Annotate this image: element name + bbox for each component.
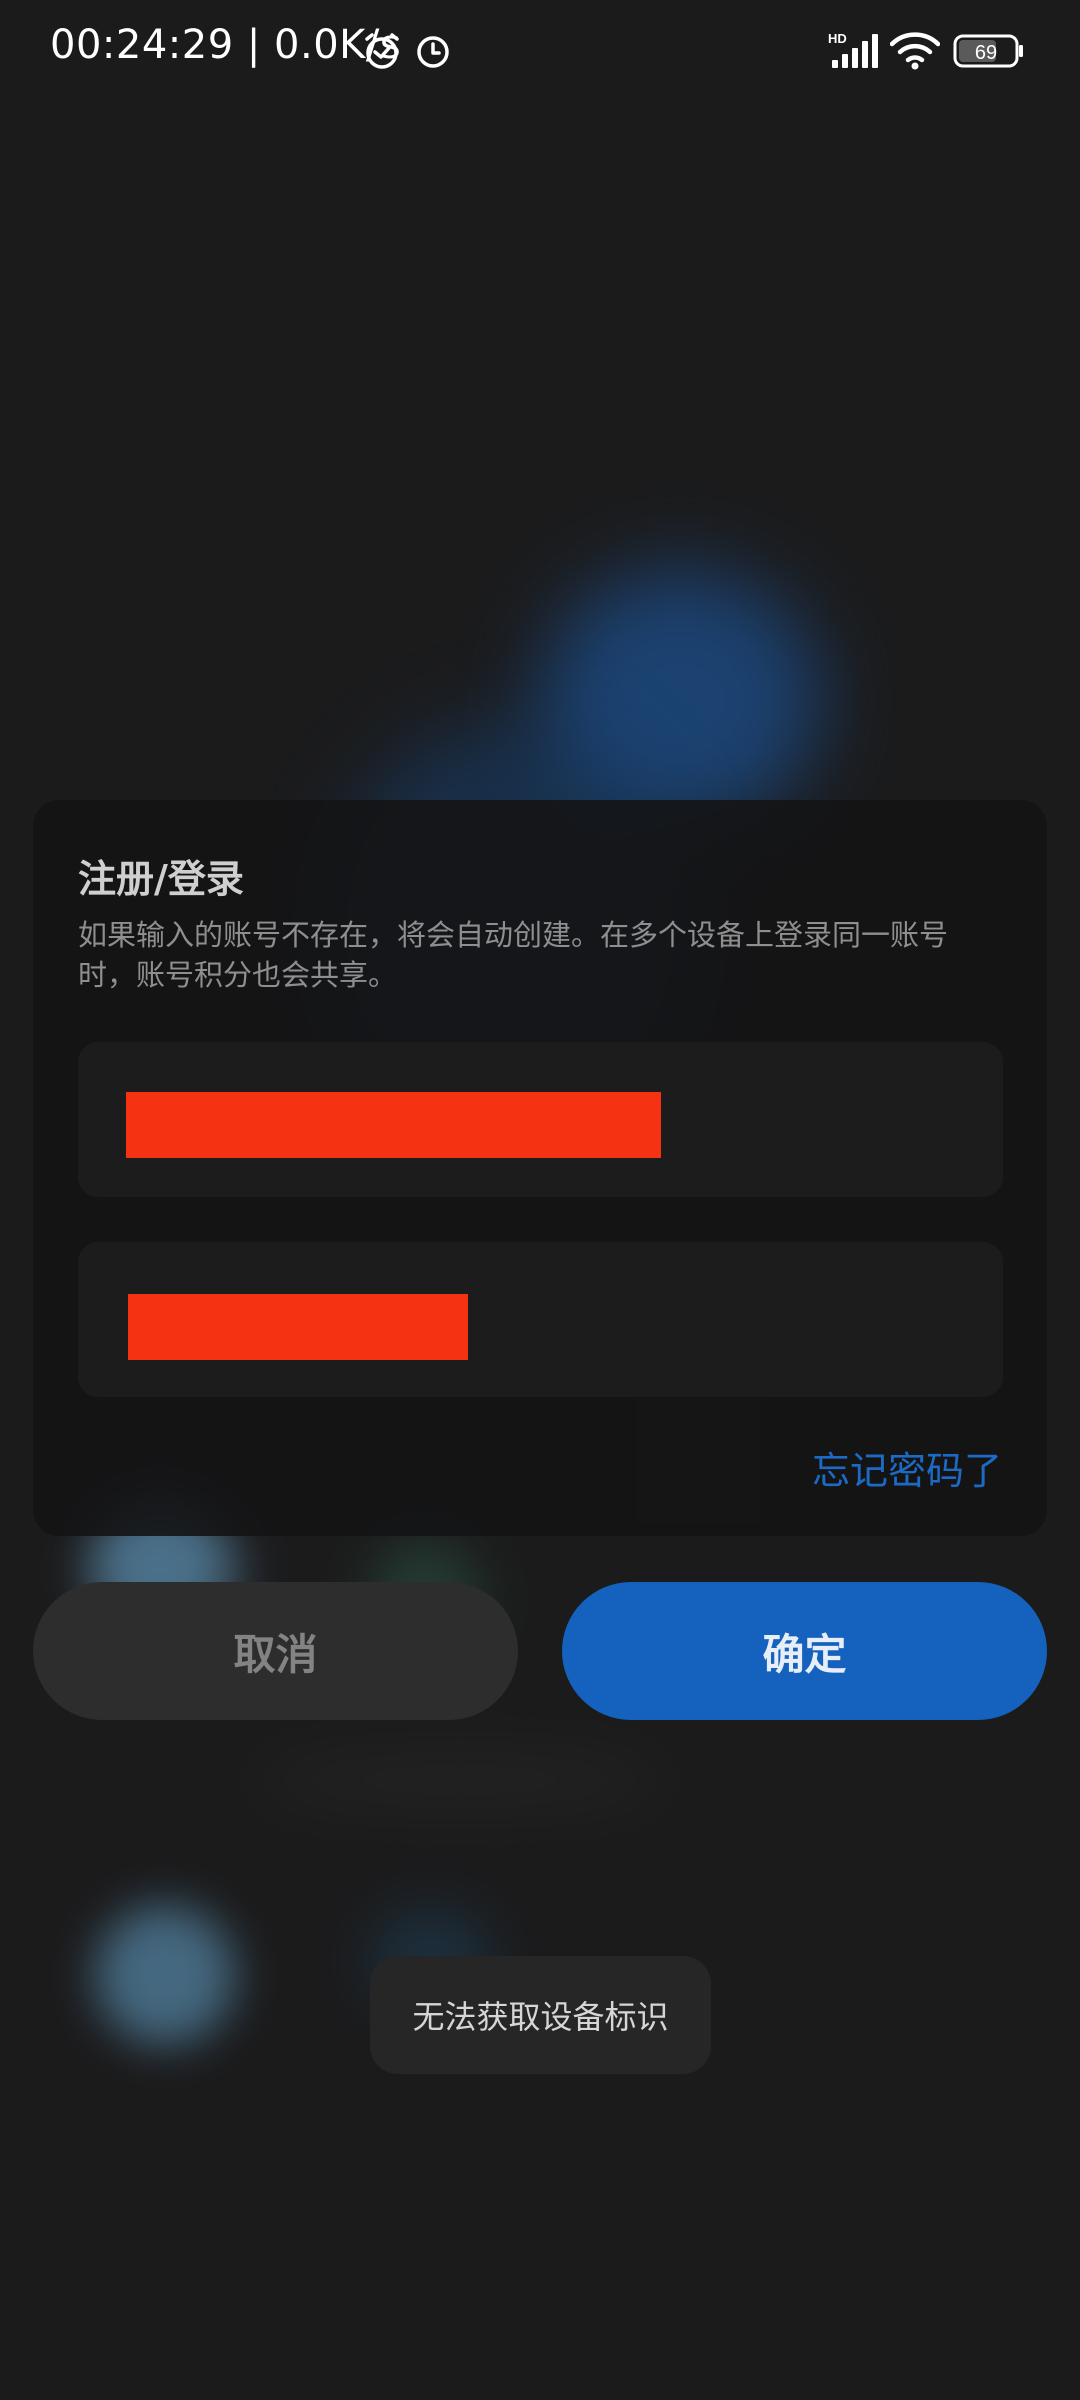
redacted-password-value bbox=[128, 1294, 468, 1360]
battery-level: 69 bbox=[975, 42, 997, 64]
clock-icon bbox=[415, 34, 451, 74]
background-blur bbox=[250, 1750, 670, 1810]
signal-icon: HD bbox=[828, 30, 882, 74]
status-bar: 00:24:29 | 0.0K/s HD 69 bbox=[0, 0, 1080, 110]
network-badge: HD bbox=[828, 31, 847, 46]
dialog-title: 注册/登录 bbox=[78, 857, 244, 901]
status-time: 00:24:29 | 0.0K/s bbox=[50, 22, 402, 68]
account-input[interactable] bbox=[78, 1042, 1003, 1197]
login-dialog: 注册/登录 如果输入的账号不存在，将会自动创建。在多个设备上登录同一账号时，账号… bbox=[33, 800, 1047, 1536]
cancel-button[interactable]: 取消 bbox=[33, 1582, 518, 1720]
dialog-description: 如果输入的账号不存在，将会自动创建。在多个设备上登录同一账号时，账号积分也会共享… bbox=[78, 918, 949, 992]
confirm-button[interactable]: 确定 bbox=[562, 1582, 1047, 1720]
redacted-account-value bbox=[126, 1092, 661, 1158]
login-screen: 00:24:29 | 0.0K/s HD 69 注册/登录 如果输入的账号不存在… bbox=[0, 0, 1080, 2400]
forgot-password-link[interactable]: 忘记密码了 bbox=[812, 1440, 1002, 1495]
battery-icon: 69 bbox=[953, 34, 1025, 72]
wifi-icon bbox=[889, 32, 941, 74]
password-input[interactable] bbox=[78, 1242, 1003, 1397]
background-blur bbox=[95, 1905, 235, 2045]
toast-message: 无法获取设备标识 bbox=[370, 1956, 711, 2074]
alarm-icon bbox=[361, 30, 403, 76]
